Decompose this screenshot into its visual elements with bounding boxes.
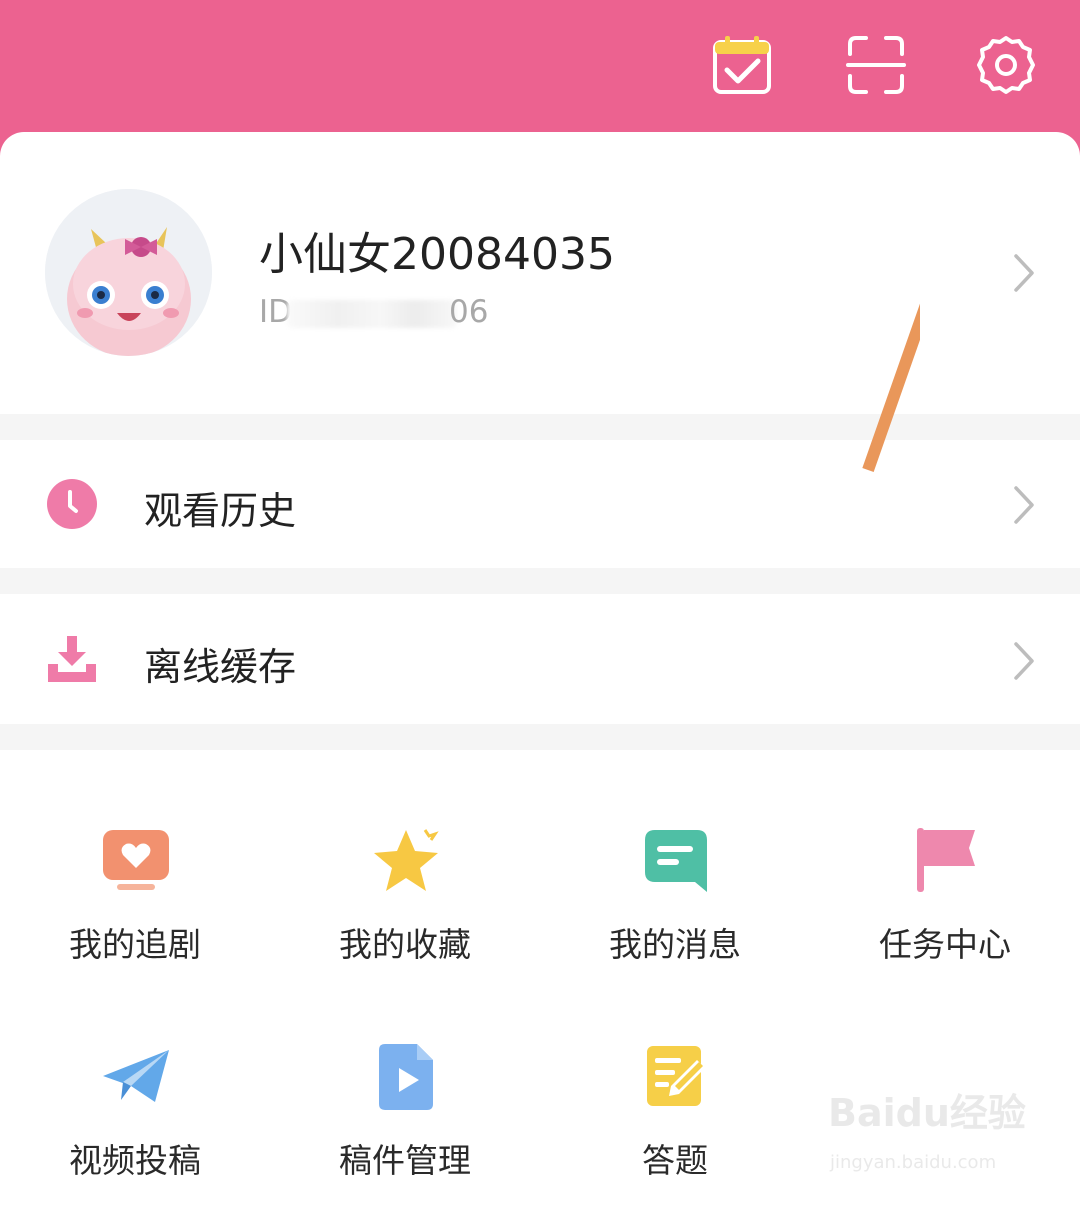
section-divider — [0, 568, 1080, 594]
username: 小仙女20084035 — [259, 229, 615, 280]
user-id-redaction — [287, 300, 457, 328]
watch-history-label: 观看历史 — [144, 489, 297, 533]
video-upload-label: 视频投稿 — [69, 1141, 201, 1180]
my-dramas-label: 我的追剧 — [69, 925, 201, 964]
chevron-right-icon — [1013, 641, 1035, 681]
submission-management-label: 稿件管理 — [339, 1141, 471, 1180]
user-id-suffix: 06 — [449, 294, 489, 330]
task-center-label: 任务中心 — [879, 925, 1011, 964]
scan-icon[interactable] — [846, 34, 906, 96]
user-id: ID 06 — [259, 294, 499, 334]
message-icon — [641, 826, 711, 896]
star-icon — [371, 826, 441, 896]
gear-icon[interactable] — [976, 34, 1036, 96]
download-icon — [46, 634, 98, 686]
clock-icon — [46, 478, 98, 530]
my-dramas-tile[interactable]: 我的追剧 — [35, 826, 235, 1006]
annotation-arrow — [862, 303, 920, 472]
quiz-label: 答题 — [642, 1141, 708, 1180]
chevron-right-icon — [1013, 485, 1035, 525]
watermark-url: jingyan.baidu.com — [830, 1152, 997, 1173]
video-file-icon — [371, 1042, 441, 1112]
offline-cache-row[interactable]: 离线缓存 — [0, 596, 1080, 724]
tv-heart-icon — [101, 826, 171, 896]
flag-icon — [911, 826, 981, 896]
my-favorites-tile[interactable]: 我的收藏 — [305, 826, 505, 1006]
calendar-check-icon[interactable] — [712, 34, 772, 96]
submission-management-tile[interactable]: 稿件管理 — [305, 1042, 505, 1222]
avatar[interactable] — [45, 189, 212, 356]
watermark-logo: Baidu经验 — [828, 1091, 1026, 1135]
video-upload-tile[interactable]: 视频投稿 — [35, 1042, 235, 1222]
offline-cache-label: 离线缓存 — [144, 645, 297, 689]
my-messages-tile[interactable]: 我的消息 — [575, 826, 775, 1006]
watermark: Baidu经验 jingyan.baidu.com — [828, 1082, 1028, 1182]
my-favorites-label: 我的收藏 — [339, 925, 471, 964]
quiz-edit-icon — [641, 1042, 711, 1112]
quiz-tile[interactable]: 答题 — [575, 1042, 775, 1222]
task-center-tile[interactable]: 任务中心 — [845, 826, 1045, 1006]
section-divider — [0, 724, 1080, 750]
my-messages-label: 我的消息 — [609, 925, 741, 964]
paper-plane-icon — [101, 1042, 171, 1112]
chevron-right-icon — [1013, 253, 1035, 293]
